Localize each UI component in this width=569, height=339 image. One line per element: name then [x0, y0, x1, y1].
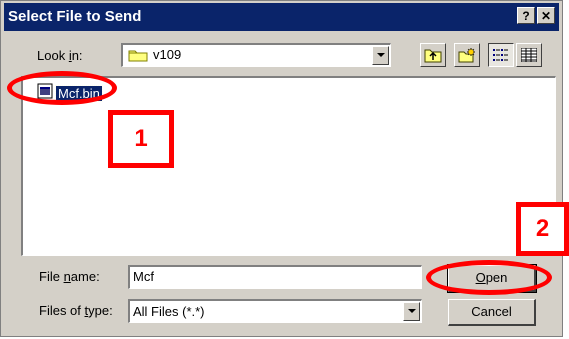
file-name-label: File name: — [39, 269, 100, 284]
close-button[interactable]: ✕ — [537, 7, 555, 24]
file-type-dropdown-arrow[interactable] — [403, 302, 420, 321]
look-in-value: v109 — [153, 47, 182, 62]
list-view-icon — [493, 48, 509, 67]
title-bar: Select File to Send ? ✕ — [4, 3, 559, 31]
create-new-folder-icon — [458, 47, 476, 68]
look-in-combo[interactable]: v109 — [121, 43, 391, 67]
highlight-ellipse-open — [426, 260, 552, 295]
up-one-level-icon — [424, 47, 442, 68]
file-type-label: Files of type: — [39, 303, 113, 318]
look-in-dropdown-arrow[interactable] — [372, 46, 389, 65]
look-in-label: Look in: — [37, 48, 83, 63]
file-type-combo[interactable]: All Files (*.*) — [128, 299, 422, 323]
step-callout-2: 2 — [516, 202, 569, 256]
file-type-value: All Files (*.*) — [133, 304, 205, 319]
help-button[interactable]: ? — [517, 7, 535, 24]
file-name-input[interactable]: Mcf — [128, 265, 422, 289]
folder-icon — [128, 48, 148, 67]
details-view-button[interactable] — [516, 43, 542, 67]
file-list[interactable]: Mcf.bin — [21, 76, 556, 256]
up-one-level-button[interactable] — [420, 43, 446, 67]
details-view-icon — [520, 47, 538, 67]
create-new-folder-button[interactable] — [454, 43, 480, 67]
window-title: Select File to Send — [8, 8, 142, 25]
highlight-ellipse-file — [7, 71, 117, 105]
step-callout-1: 1 — [108, 110, 174, 168]
cancel-button[interactable]: Cancel — [448, 299, 536, 326]
list-view-button[interactable] — [488, 43, 514, 67]
